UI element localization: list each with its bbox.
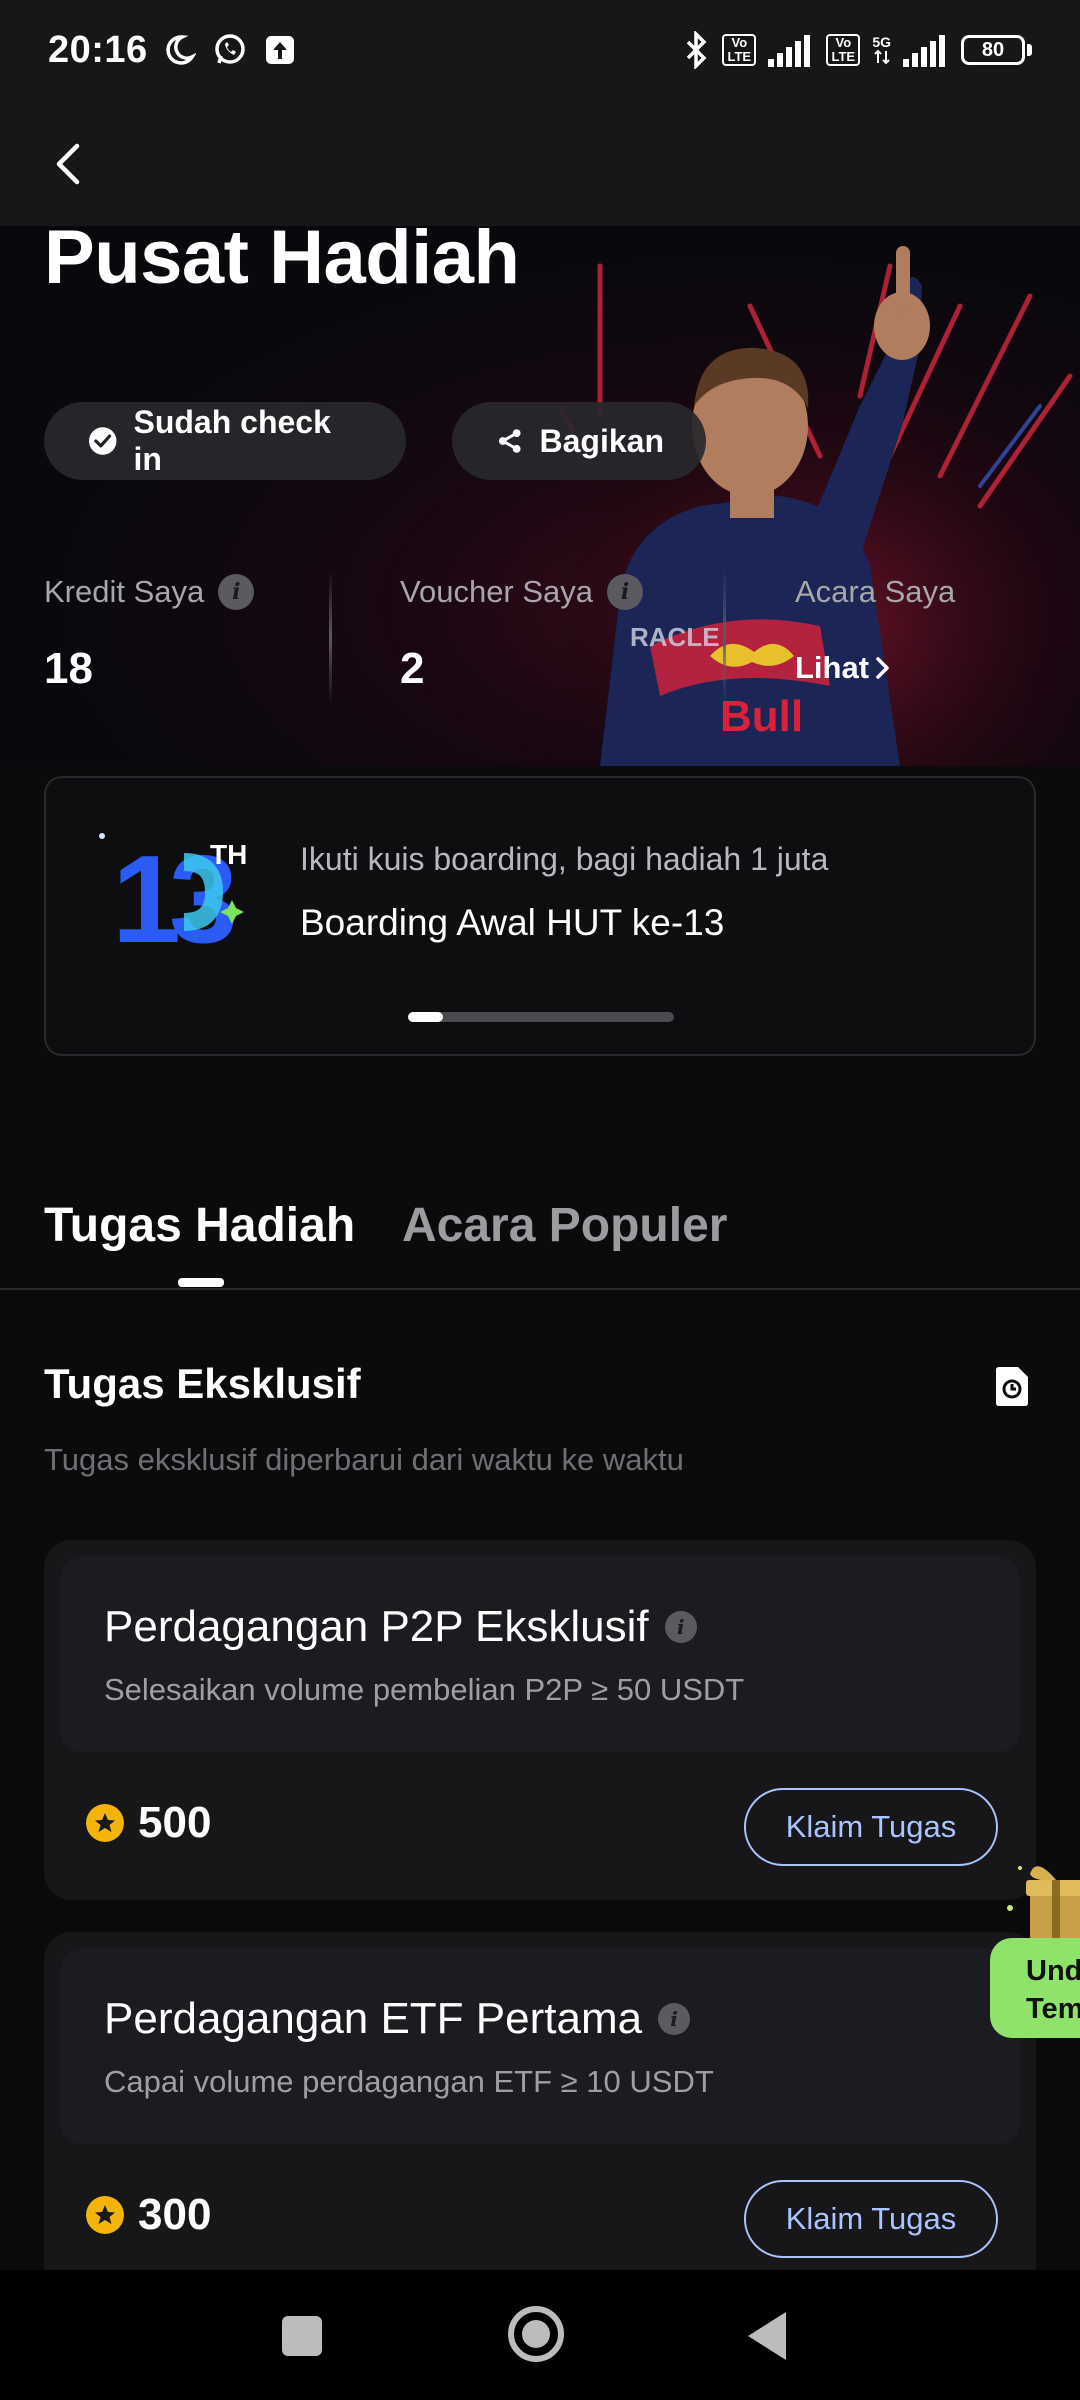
home-dot [522, 2320, 550, 2348]
star-coin-icon [86, 2196, 124, 2234]
task-info [60, 1948, 1020, 2144]
checkin-label: Sudah check in [133, 404, 331, 477]
tab-popular-events[interactable]: Acara Populer [402, 1198, 727, 1253]
system-nav-bar [0, 2270, 1080, 2400]
system-back-button[interactable] [748, 2312, 786, 2360]
task-description: Capai volume perdagangan ETF ≥ 10 USDT [104, 2064, 714, 2099]
svg-text:RACLE: RACLE [630, 622, 720, 652]
voucher-value: 2 [400, 644, 425, 693]
status-bar: 20:16 Vo LTE Vo LTE 5G 80 [0, 0, 1080, 100]
events-view-link[interactable]: Lihat [795, 650, 955, 686]
page-title: Pusat Hadiah [44, 215, 520, 300]
credit-value: 18 [44, 644, 93, 693]
task-title: Perdagangan ETF Pertama [104, 1994, 643, 2043]
banner-title: Boarding Awal HUT ke-13 [300, 902, 725, 943]
floating-gift-widget[interactable]: Und Tem [990, 1848, 1080, 2040]
tab-reward-tasks[interactable]: Tugas Hadiah [44, 1198, 355, 1253]
chevron-right-icon [876, 657, 889, 679]
task-reward: 300 [86, 2190, 211, 2240]
gift-label-line1: Und [1026, 1955, 1080, 1987]
star-coin-icon [86, 1804, 124, 1842]
status-time: 20:16 [48, 28, 148, 71]
back-button[interactable] [38, 134, 98, 194]
task-card: Perdagangan P2P Eksklusif i Selesaikan v… [44, 1540, 1036, 1900]
carousel-indicator [408, 1012, 674, 1022]
home-button[interactable] [508, 2306, 564, 2362]
battery-indicator: 80 [961, 35, 1032, 65]
svg-text:Bull: Bull [720, 692, 803, 741]
banner-subtitle: Ikuti kuis boarding, bagi hadiah 1 juta [300, 841, 829, 877]
network-type: 5G [872, 35, 891, 65]
task-card: Perdagangan ETF Pertama i Capai volume p… [44, 1932, 1036, 2292]
task-info [60, 1556, 1020, 1752]
events-label: Acara Saya [795, 574, 956, 609]
chevron-left-icon [56, 143, 80, 185]
reward-amount: 300 [138, 2190, 212, 2239]
logo-suffix: TH [210, 839, 247, 870]
task-reward: 500 [86, 1798, 211, 1848]
tab-indicator [178, 1278, 224, 1287]
credit-stat: Kredit Saya i 18 [44, 574, 255, 694]
task-title-row: Perdagangan ETF Pertama i [104, 1994, 691, 2044]
whatsapp-icon [214, 34, 245, 64]
tab-bar: Tugas Hadiah Acara Populer [0, 1176, 1080, 1290]
share-button[interactable]: Bagikan [452, 402, 706, 480]
gift-box-icon [1007, 1866, 1080, 1940]
task-description: Selesaikan volume pembelian P2P ≥ 50 USD… [104, 1672, 745, 1707]
bluetooth-icon [687, 31, 707, 69]
voucher-label: Voucher Saya [400, 574, 594, 609]
recents-button[interactable] [282, 2316, 322, 2356]
carousel-indicator-thumb [408, 1012, 443, 1022]
stat-divider [329, 570, 332, 704]
credit-info-icon[interactable]: i [218, 574, 255, 610]
task-info-icon[interactable]: i [664, 1611, 697, 1643]
events-label-row: Acara Saya [795, 574, 955, 610]
history-button[interactable] [992, 1366, 1032, 1408]
anniversary-logo: 13 TH [99, 831, 247, 962]
status-right-icons: Vo LTE Vo LTE 5G 80 [684, 31, 1032, 69]
gift-label-line2: Tem [1026, 1993, 1080, 2025]
claim-task-button[interactable]: Klaim Tugas [744, 1788, 998, 1866]
volte-badge-2: Vo LTE [826, 34, 861, 66]
claim-task-button[interactable]: Klaim Tugas [744, 2180, 998, 2258]
document-clock-icon [996, 1367, 1028, 1406]
section-subtitle: Tugas eksklusif diperbarui dari waktu ke… [44, 1442, 684, 1477]
moon-icon [166, 35, 196, 65]
battery-level: 80 [961, 35, 1025, 65]
share-label: Bagikan [539, 422, 664, 459]
voucher-info-icon[interactable]: i [607, 574, 644, 610]
gift-label: Und Tem [990, 1938, 1080, 2038]
signal-icon-2 [903, 35, 945, 67]
check-circle-icon [88, 427, 117, 455]
credit-label-row: Kredit Saya i [44, 574, 255, 610]
signal-icon [768, 35, 811, 67]
upload-icon [265, 36, 294, 64]
share-icon [498, 429, 521, 453]
battery-tip [1027, 44, 1032, 56]
volte-badge: Vo LTE [722, 34, 757, 66]
data-arrows-icon [873, 49, 890, 65]
promo-banner[interactable]: 13 TH Ikuti kuis boarding, bagi hadiah 1… [44, 776, 1036, 1056]
nav-bar [0, 100, 1080, 226]
reward-amount: 500 [138, 1798, 212, 1847]
section-title: Tugas Eksklusif [44, 1360, 361, 1407]
voucher-label-row: Voucher Saya i [400, 574, 644, 610]
task-title: Perdagangan P2P Eksklusif [104, 1602, 649, 1651]
stat-divider [723, 570, 726, 704]
credit-label: Kredit Saya [44, 574, 205, 609]
voucher-stat[interactable]: Voucher Saya i 2 [400, 574, 644, 694]
status-left-icons [162, 32, 296, 68]
task-info-icon[interactable]: i [658, 2003, 691, 2035]
checkin-button[interactable]: Sudah check in [44, 402, 406, 480]
network-label: 5G [872, 34, 891, 50]
events-link-label: Lihat [795, 650, 870, 685]
events-stat: Acara Saya Lihat [795, 574, 955, 686]
task-title-row: Perdagangan P2P Eksklusif i [104, 1602, 697, 1652]
